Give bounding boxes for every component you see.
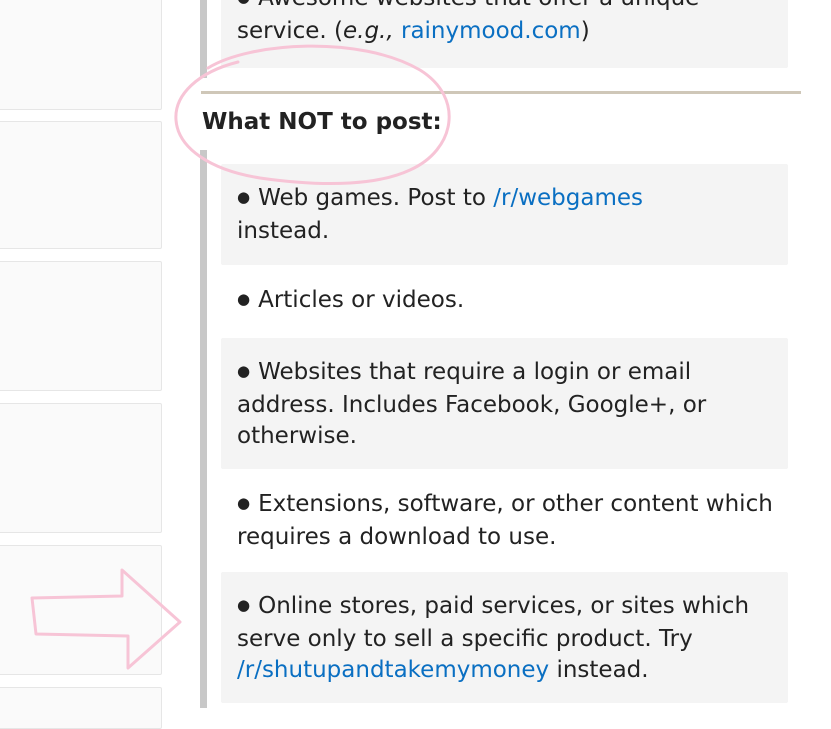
rule-item-extensions: ● Extensions, software, or other content … <box>237 491 773 550</box>
section-heading: What NOT to post: <box>202 109 442 135</box>
quote-bar <box>200 0 207 78</box>
bullet-icon: ● <box>237 290 251 308</box>
post-card[interactable] <box>0 121 162 249</box>
rule-item-login: ● Websites that require a login or email … <box>237 359 707 449</box>
post-card[interactable] <box>0 545 162 675</box>
section-divider <box>201 91 801 94</box>
bullet-icon: ● <box>237 494 251 512</box>
rule-item-text: ●Awesome websites that offer a unique se… <box>237 0 777 47</box>
bullet-icon: ● <box>237 362 251 380</box>
rule-item-articles: ● Articles or videos. <box>237 287 465 313</box>
bullet-icon: ● <box>237 0 250 6</box>
rule-item-online-stores: ● Online stores, paid services, or sites … <box>237 593 750 683</box>
post-card[interactable] <box>0 403 162 533</box>
post-card[interactable] <box>0 687 162 729</box>
bullet-icon: ● <box>237 188 251 206</box>
rainymood-link[interactable]: rainymood.com <box>401 18 581 44</box>
post-card[interactable] <box>0 0 162 110</box>
webgames-link[interactable]: /r/webgames <box>493 185 643 211</box>
shutupandtakemymoney-link[interactable]: /r/shutupandtakemymoney <box>237 657 549 683</box>
post-list-column <box>0 0 170 729</box>
post-card[interactable] <box>0 261 162 391</box>
quote-bar <box>200 150 207 708</box>
rule-item-web-games: ● Web games. Post to /r/webgames instead. <box>237 185 643 244</box>
bullet-icon: ● <box>237 596 251 614</box>
sidebar-rules: ●Awesome websites that offer a unique se… <box>180 0 831 708</box>
